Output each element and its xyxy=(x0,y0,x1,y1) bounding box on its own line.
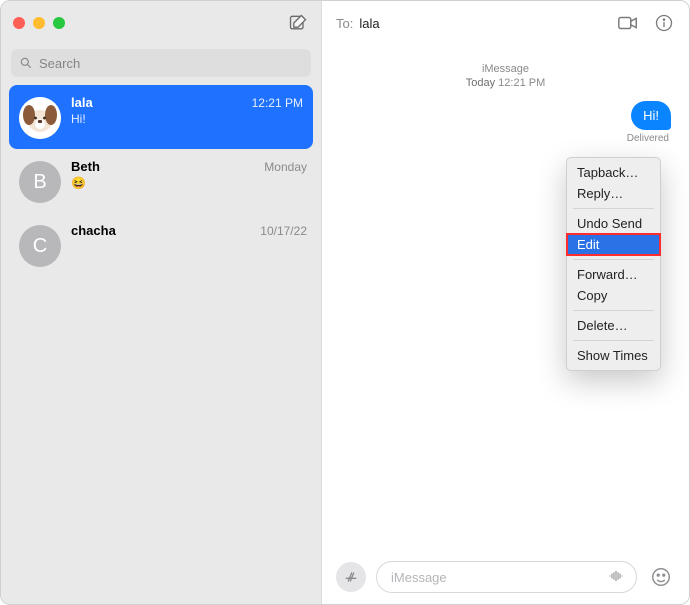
conversation-pane: To: lala iMessage Today xyxy=(322,1,689,604)
facetime-button[interactable] xyxy=(617,12,639,34)
menu-item-tapback[interactable]: Tapback… xyxy=(567,162,660,183)
apps-button[interactable] xyxy=(336,562,366,592)
message-bubble-sent[interactable]: Hi! xyxy=(631,101,671,130)
thread-timestamp: iMessage Today 12:21 PM xyxy=(340,63,671,89)
video-icon xyxy=(617,12,639,34)
conversation-list: lala 12:21 PM Hi! B Beth Monday 😆 C xyxy=(1,85,321,604)
search-icon xyxy=(19,56,33,70)
waveform-icon xyxy=(606,568,626,584)
conversation-preview: 😆 xyxy=(71,176,307,190)
menu-item-edit[interactable]: Edit xyxy=(567,234,660,255)
message-input[interactable]: iMessage xyxy=(376,561,637,593)
smiley-icon xyxy=(650,566,672,588)
compose-bar: iMessage xyxy=(322,550,689,604)
conversation-header: To: lala xyxy=(322,1,689,45)
delivered-label: Delivered xyxy=(340,133,671,144)
menu-item-show-times[interactable]: Show Times xyxy=(567,345,660,366)
menu-item-delete[interactable]: Delete… xyxy=(567,315,660,336)
menu-separator xyxy=(573,340,654,341)
titlebar xyxy=(1,1,321,45)
conversation-row[interactable]: B Beth Monday 😆 xyxy=(1,149,321,213)
details-button[interactable] xyxy=(653,12,675,34)
menu-item-reply[interactable]: Reply… xyxy=(567,183,660,204)
avatar: B xyxy=(19,161,61,203)
conversation-time: 10/17/22 xyxy=(260,224,307,238)
menu-item-copy[interactable]: Copy xyxy=(567,285,660,306)
message-context-menu: Tapback… Reply… Undo Send Edit Forward… … xyxy=(566,157,661,371)
menu-item-forward[interactable]: Forward… xyxy=(567,264,660,285)
timestamp-time: 12:21 PM xyxy=(498,77,545,89)
conversation-time: Monday xyxy=(264,160,307,174)
puppy-avatar-icon xyxy=(19,97,61,139)
minimize-window-button[interactable] xyxy=(33,17,45,29)
conversation-row[interactable]: lala 12:21 PM Hi! xyxy=(9,85,313,149)
compose-button[interactable] xyxy=(287,12,309,34)
search-placeholder: Search xyxy=(39,56,80,71)
timestamp-day: Today xyxy=(466,77,495,89)
close-window-button[interactable] xyxy=(13,17,25,29)
messages-window: Search xyxy=(0,0,690,605)
audio-message-button[interactable] xyxy=(606,568,626,587)
search-input[interactable]: Search xyxy=(11,49,311,77)
to-label: To: xyxy=(336,16,353,31)
compose-icon xyxy=(288,13,308,33)
menu-separator xyxy=(573,310,654,311)
avatar: C xyxy=(19,225,61,267)
conversation-row[interactable]: C chacha 10/17/22 xyxy=(1,213,321,277)
message-placeholder: iMessage xyxy=(391,570,447,585)
conversation-name: chacha xyxy=(71,223,116,238)
zoom-window-button[interactable] xyxy=(53,17,65,29)
conversation-preview: Hi! xyxy=(71,112,303,126)
menu-separator xyxy=(573,259,654,260)
service-label: iMessage xyxy=(340,63,671,75)
app-store-icon xyxy=(343,569,359,585)
to-name: lala xyxy=(359,16,379,31)
thread: iMessage Today 12:21 PM Hi! Delivered Ta… xyxy=(322,45,689,550)
emoji-button[interactable] xyxy=(647,563,675,591)
window-controls xyxy=(13,17,65,29)
conversation-time: 12:21 PM xyxy=(252,96,303,110)
menu-separator xyxy=(573,208,654,209)
menu-item-undo-send[interactable]: Undo Send xyxy=(567,213,660,234)
info-icon xyxy=(654,13,674,33)
conversation-name: lala xyxy=(71,95,93,110)
conversation-name: Beth xyxy=(71,159,100,174)
avatar xyxy=(19,97,61,139)
sidebar: Search xyxy=(1,1,322,604)
